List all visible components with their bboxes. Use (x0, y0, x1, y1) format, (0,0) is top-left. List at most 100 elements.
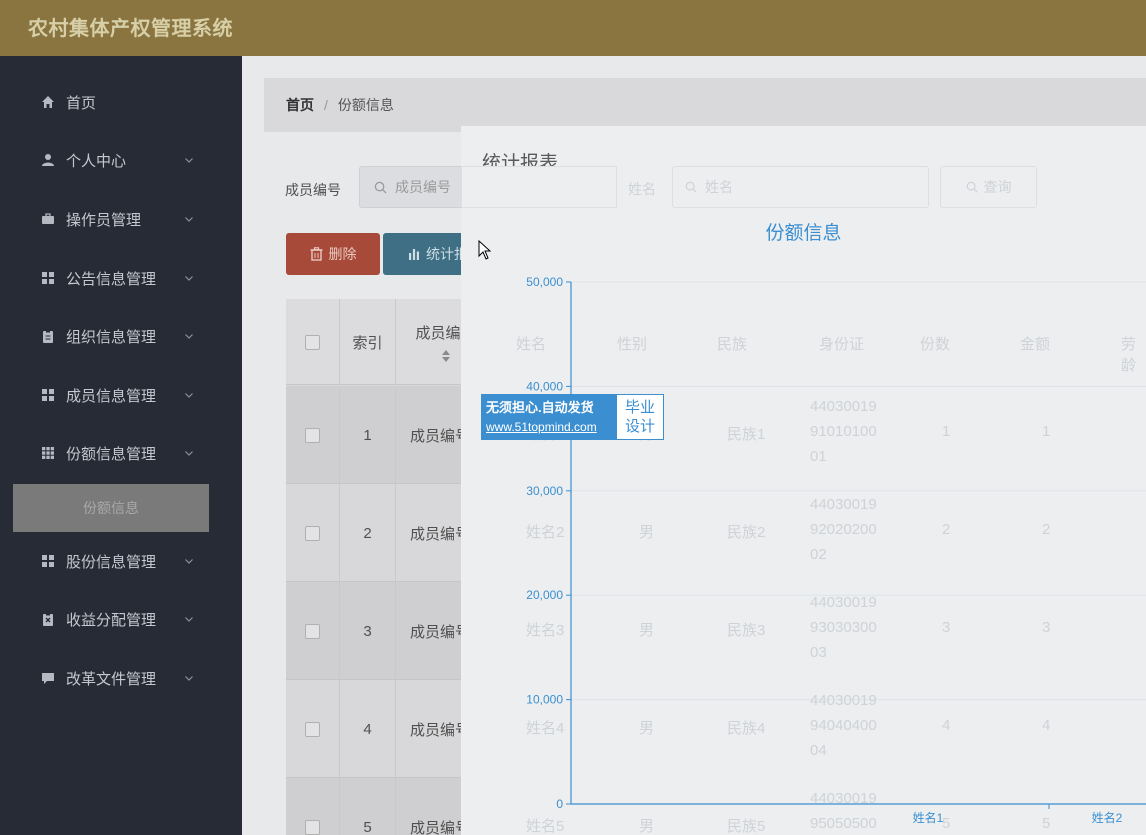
sidebar-item-1[interactable]: 首页 (0, 80, 242, 124)
ghost-id-line: 01 (810, 448, 827, 465)
delete-button-label: 删除 (328, 246, 357, 262)
ghost-id-line: 44030019 (810, 790, 877, 807)
grid-icon (40, 387, 56, 403)
member-search-label: 成员编号 (285, 182, 341, 198)
watermark-badge: 无须担心.自动发货 www.51topmind.com 毕业 设计 (481, 394, 664, 440)
ghost-cell: 4 (1042, 717, 1051, 734)
ghost-cell: 民族2 (727, 524, 766, 541)
chat-icon (40, 670, 56, 686)
ghost-cell: 姓名3 (526, 622, 565, 639)
row-checkbox[interactable] (305, 427, 320, 443)
watermark-left: 无须担心.自动发货 www.51topmind.com (482, 395, 617, 439)
sidebar-item-2[interactable]: 个人中心 (0, 138, 242, 182)
ghost-cell: 男 (639, 818, 655, 835)
ghost-header: 劳龄 (1121, 336, 1137, 374)
delete-button[interactable]: 删除 (286, 233, 380, 275)
ghost-cell: 3 (942, 619, 951, 636)
row-select-cell (286, 484, 340, 582)
ghost-cell: 3 (1042, 619, 1051, 636)
select-all-checkbox[interactable] (305, 334, 320, 350)
sidebar-item-5[interactable]: 组织信息管理 (0, 314, 242, 358)
sidebar-item-label: 个人中心 (66, 152, 127, 170)
breadcrumb: 首页 / 份额信息 (264, 78, 1146, 132)
watermark-right1: 毕业 (624, 399, 655, 416)
ghost-header: 份数 (920, 336, 951, 353)
breadcrumb-home[interactable]: 首页 (286, 95, 314, 115)
x-tick-label: 姓名1 (913, 810, 944, 825)
sidebar-item-8[interactable]: 股份信息管理 (0, 539, 242, 583)
chevron-down-icon (185, 676, 193, 681)
sidebar-item-3[interactable]: 操作员管理 (0, 197, 242, 241)
y-tick-label: 10,000 (526, 693, 563, 707)
table-grid-icon (40, 445, 56, 461)
ghost-cell: 2 (942, 521, 951, 538)
ghost-cell: 民族1 (727, 426, 766, 443)
ghost-cell: 民族3 (727, 622, 766, 639)
ghost-id-line: 03 (810, 644, 827, 661)
grid-icon (40, 270, 56, 286)
ghost-header: 姓名 (516, 336, 547, 353)
ghost-cell: 民族5 (727, 818, 766, 835)
briefcase-icon (40, 211, 56, 227)
ghost-cell: 1 (942, 423, 951, 440)
watermark-right2: 设计 (624, 418, 655, 435)
header-index: 索引 (340, 299, 396, 385)
row-select-cell (286, 778, 340, 835)
app-header: 农村集体产权管理系统 (0, 0, 1146, 56)
ghost-id-line: 44030019 (810, 496, 877, 513)
row-checkbox[interactable] (305, 623, 320, 639)
sidebar-item-10[interactable]: 改革文件管理 (0, 656, 242, 700)
ghost-cell: 民族4 (727, 720, 766, 737)
cell-index: 1 (340, 386, 396, 484)
ghost-cell: 2 (1042, 521, 1051, 538)
ghost-cell: 男 (639, 720, 655, 737)
breadcrumb-current: 份额信息 (337, 97, 394, 113)
ghost-header: 性别 (617, 336, 648, 353)
sidebar-item-9[interactable]: 收益分配管理 (0, 597, 242, 641)
search-icon (374, 181, 387, 194)
sidebar-item-label: 收益分配管理 (66, 611, 157, 629)
home-icon (40, 94, 56, 110)
sidebar-item-6[interactable]: 成员信息管理 (0, 373, 242, 417)
sidebar-item-7[interactable]: 份额信息管理 (0, 431, 242, 475)
bar-chart-icon (409, 249, 419, 260)
row-checkbox[interactable] (305, 525, 320, 541)
sidebar-item-label: 股份信息管理 (66, 553, 157, 571)
ghost-id-line: 02 (810, 546, 827, 563)
breadcrumb-separator: / (324, 97, 328, 113)
chevron-down-icon (185, 217, 193, 222)
clipboard-x-icon (40, 611, 56, 627)
sidebar-item-label: 份额信息管理 (66, 445, 157, 463)
row-checkbox[interactable] (305, 721, 320, 737)
chevron-down-icon (185, 334, 193, 339)
select-all-cell (286, 299, 340, 385)
sidebar-subitem-share-info[interactable]: 份额信息 (13, 484, 209, 532)
ghost-id-line: 44030019 (810, 398, 877, 415)
member-search-placeholder: 成员编号 (395, 179, 451, 195)
ghost-cell: 4 (942, 717, 951, 734)
watermark-right: 毕业 设计 (617, 395, 663, 439)
ghost-id-line: 93030300 (810, 619, 877, 636)
cell-index: 3 (340, 582, 396, 680)
cell-index: 4 (340, 680, 396, 778)
ghost-id-line: 44030019 (810, 692, 877, 709)
chevron-down-icon (185, 617, 193, 622)
row-checkbox[interactable] (305, 819, 320, 835)
x-tick-label: 姓名2 (1092, 810, 1123, 825)
chevron-down-icon (185, 451, 193, 456)
sidebar-item-label: 成员信息管理 (66, 387, 157, 405)
mouse-cursor-icon (478, 240, 492, 260)
row-select-cell (286, 582, 340, 680)
sidebar-item-label: 公告信息管理 (66, 270, 157, 288)
ghost-id-line: 94040400 (810, 717, 877, 734)
y-tick-label: 0 (556, 797, 563, 811)
ghost-id-line: 44030019 (810, 594, 877, 611)
sidebar-item-4[interactable]: 公告信息管理 (0, 256, 242, 300)
sidebar: 首页个人中心操作员管理公告信息管理组织信息管理成员信息管理 份额信息管理 股份信息管… (0, 56, 242, 835)
ghost-id-line: 91010100 (810, 423, 877, 440)
stats-report-dialog: 统计报表 姓名 姓名 查询 份额信息 0 10,000 20,000 30,000 40… (461, 126, 1146, 835)
ghost-cell: 1 (1042, 423, 1051, 440)
sidebar-item-label: 改革文件管理 (66, 670, 157, 688)
ghost-cell: 5 (1042, 815, 1051, 832)
ghost-id-line: 95050500 (810, 815, 877, 832)
